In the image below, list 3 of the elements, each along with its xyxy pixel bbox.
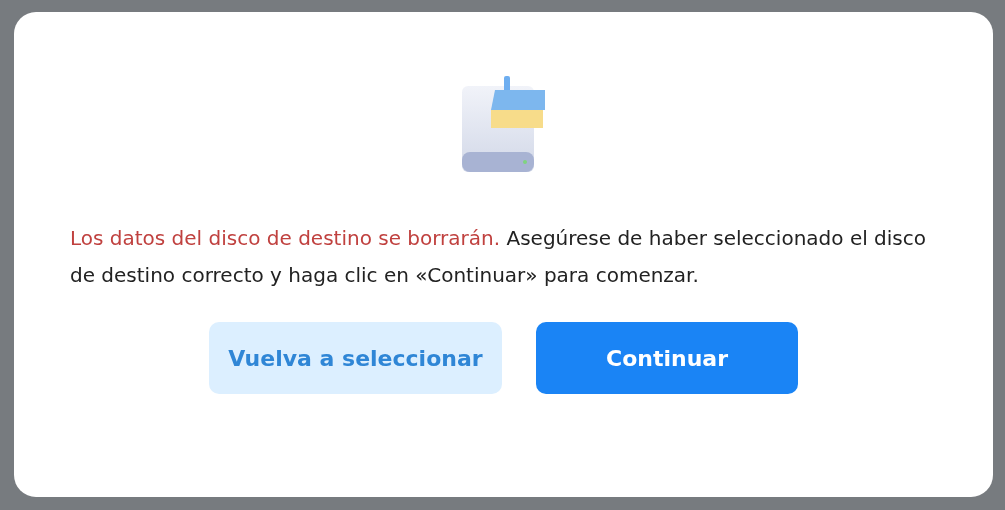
reselect-button[interactable]: Vuelva a seleccionar — [209, 322, 502, 394]
warning-message: Los datos del disco de destino se borrarán. Asegúrese de haber seleccionado el disco de destino correcto y haga clic en «Continuar» para comenzar. — [70, 225, 927, 289]
continue-button[interactable]: Continuar — [536, 322, 798, 394]
